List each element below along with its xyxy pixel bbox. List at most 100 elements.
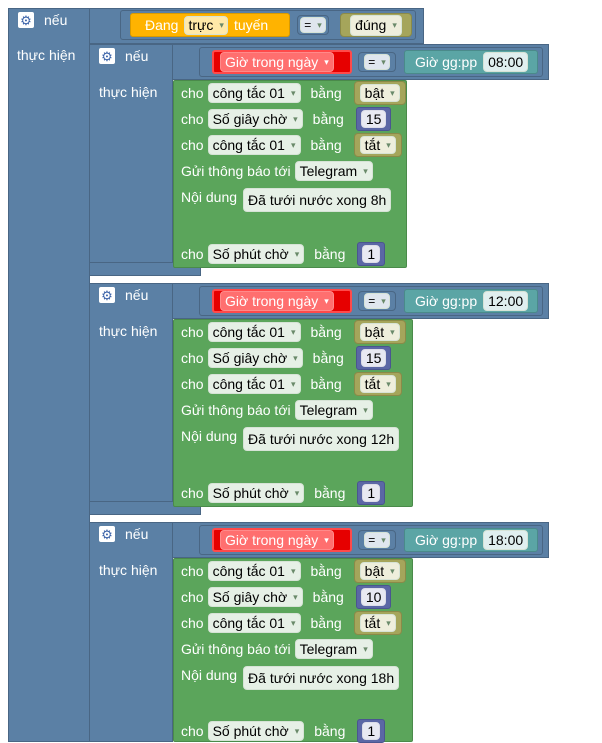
time-input-value: 08:00 (488, 54, 524, 70)
variable-dropdown[interactable]: công tắc 01 ▾ (207, 322, 301, 342)
gear-icon[interactable]: ⚙ (99, 48, 115, 64)
number-input[interactable]: 15 (360, 349, 387, 367)
inner-if-side-0[interactable] (89, 44, 173, 276)
value-dropdown[interactable]: tắt ▾ (359, 375, 396, 393)
time-value-block[interactable]: Giờ gg:pp 12:00 (404, 289, 538, 313)
outer-operator[interactable]: = ▾ (297, 15, 329, 35)
notify-row[interactable]: Gửi thông báo tới Telegram ▾ (173, 397, 413, 423)
number-input[interactable]: 1 (362, 245, 381, 263)
time-value-block[interactable]: Giờ gg:pp 08:00 (404, 50, 538, 74)
gear-icon[interactable]: ⚙ (99, 287, 115, 303)
variable-dropdown[interactable]: Số phút chờ ▾ (207, 244, 305, 264)
time-of-day-dropdown[interactable]: Giờ trong ngày ▾ (220, 52, 334, 72)
operator-dropdown[interactable]: = ▾ (364, 532, 390, 548)
number-input[interactable]: 10 (360, 588, 387, 606)
variable-dropdown[interactable]: công tắc 01 ▾ (207, 374, 301, 394)
set-row[interactable]: cho Số phút chờ ▾ bằng 1 (173, 241, 425, 267)
value-block[interactable]: bật ▾ (353, 559, 406, 583)
variable-dropdown[interactable]: công tắc 01 ▾ (207, 135, 301, 155)
number-input[interactable]: 15 (360, 110, 387, 128)
content-row[interactable]: Nội dung Đã tưới nước xong 8h (173, 186, 407, 214)
set-row[interactable]: cho công tắc 01 ▾ bằng tắt ▾ (173, 132, 425, 158)
notify-row[interactable]: Gửi thông báo tới Telegram ▾ (173, 636, 413, 662)
number-input[interactable]: 1 (362, 484, 381, 502)
set-label: cho (181, 111, 204, 127)
gear-icon[interactable]: ⚙ (18, 12, 34, 28)
time-input[interactable]: 18:00 (483, 530, 529, 550)
time-of-day-block[interactable]: Giờ trong ngày ▾ (212, 50, 352, 74)
inner-if-side-2[interactable] (89, 522, 173, 742)
content-row[interactable]: Nội dung Đã tưới nước xong 18h (173, 664, 413, 692)
device-dropdown[interactable]: trực ▾ (184, 15, 228, 35)
set-row[interactable]: cho công tắc 01 ▾ bằng tắt ▾ (173, 371, 425, 397)
outer-bool-value[interactable]: đúng ▾ (340, 13, 412, 37)
operator-value: = (368, 533, 376, 547)
number-input[interactable]: 1 (362, 721, 381, 740)
number-block[interactable]: 15 (355, 107, 392, 131)
variable-dropdown[interactable]: Số giây chờ ▾ (207, 348, 303, 368)
content-input[interactable]: Đã tưới nước xong 8h (243, 188, 392, 212)
set-row[interactable]: cho công tắc 01 ▾ bằng tắt ▾ (173, 610, 425, 636)
content-input[interactable]: Đã tưới nước xong 12h (243, 427, 400, 451)
channel-dropdown[interactable]: Telegram ▾ (294, 639, 373, 659)
value-dropdown[interactable]: tắt ▾ (359, 136, 396, 154)
set-row[interactable]: cho công tắc 01 ▾ bằng bật ▾ (173, 319, 425, 345)
number-block[interactable]: 1 (357, 481, 386, 505)
outer-if-body[interactable] (8, 8, 90, 742)
inner-operator[interactable]: = ▾ (358, 52, 396, 72)
time-value-block[interactable]: Giờ gg:pp 18:00 (404, 528, 538, 552)
inner-operator[interactable]: = ▾ (358, 530, 396, 550)
set-row[interactable]: cho Số giây chờ ▾ bằng 15 (173, 106, 425, 132)
set-row[interactable]: cho Số giây chờ ▾ bằng 15 (173, 345, 425, 371)
value-text: bật (364, 563, 385, 579)
time-of-day-block[interactable]: Giờ trong ngày ▾ (212, 289, 352, 313)
channel-dropdown[interactable]: Telegram ▾ (294, 161, 373, 181)
variable-dropdown[interactable]: công tắc 01 ▾ (207, 83, 301, 103)
value-text: bật (364, 85, 385, 101)
time-input[interactable]: 12:00 (483, 291, 529, 311)
inner-if-side-1[interactable] (89, 283, 173, 515)
variable-value: công tắc 01 (212, 85, 285, 101)
variable-dropdown[interactable]: công tắc 01 ▾ (207, 561, 301, 581)
time-of-day-block[interactable]: Giờ trong ngày ▾ (212, 528, 352, 552)
channel-dropdown[interactable]: Telegram ▾ (294, 400, 373, 420)
value-block[interactable]: bật ▾ (353, 320, 406, 344)
variable-dropdown[interactable]: công tắc 01 ▾ (207, 613, 301, 633)
number-block[interactable]: 10 (355, 585, 392, 609)
value-dropdown[interactable]: tắt ▾ (359, 614, 396, 632)
chevron-down-icon: ▾ (390, 88, 395, 98)
time-of-day-dropdown[interactable]: Giờ trong ngày ▾ (220, 291, 334, 311)
variable-dropdown[interactable]: Số giây chờ ▾ (207, 109, 303, 129)
number-block[interactable]: 15 (355, 346, 392, 370)
device-dropdown-value: trực (188, 17, 214, 33)
value-block[interactable]: tắt ▾ (353, 611, 402, 635)
number-block[interactable]: 1 (357, 718, 386, 743)
variable-dropdown[interactable]: Số giây chờ ▾ (207, 587, 303, 607)
value-dropdown[interactable]: bật ▾ (359, 84, 400, 102)
operator-dropdown[interactable]: = ▾ (364, 293, 390, 309)
inner-operator[interactable]: = ▾ (358, 291, 396, 311)
operator-dropdown[interactable]: = ▾ (300, 17, 326, 33)
outer-condition-device[interactable]: Đang trực ▾ tuyến (130, 13, 290, 37)
bool-dropdown[interactable]: đúng ▾ (350, 14, 402, 36)
set-row[interactable]: cho công tắc 01 ▾ bằng bật ▾ (173, 80, 425, 106)
content-row[interactable]: Nội dung Đã tưới nước xong 12h (173, 425, 413, 453)
variable-dropdown[interactable]: Số phút chờ ▾ (207, 720, 305, 741)
time-input[interactable]: 08:00 (483, 52, 529, 72)
set-row[interactable]: cho Số phút chờ ▾ bằng 1 (173, 718, 425, 743)
content-input[interactable]: Đã tưới nước xong 18h (243, 666, 400, 690)
value-block[interactable]: bật ▾ (353, 81, 406, 105)
value-dropdown[interactable]: bật ▾ (359, 562, 400, 580)
notify-row[interactable]: Gửi thông báo tới Telegram ▾ (173, 158, 407, 184)
gear-icon[interactable]: ⚙ (99, 526, 115, 542)
set-row[interactable]: cho Số giây chờ ▾ bằng 10 (173, 584, 425, 610)
value-block[interactable]: tắt ▾ (353, 133, 402, 157)
operator-dropdown[interactable]: = ▾ (364, 54, 390, 70)
number-block[interactable]: 1 (357, 242, 386, 266)
set-row[interactable]: cho Số phút chờ ▾ bằng 1 (173, 480, 425, 506)
value-dropdown[interactable]: bật ▾ (359, 323, 400, 341)
variable-dropdown[interactable]: Số phút chờ ▾ (207, 483, 305, 503)
value-block[interactable]: tắt ▾ (353, 372, 402, 396)
time-of-day-dropdown[interactable]: Giờ trong ngày ▾ (220, 530, 334, 550)
set-row[interactable]: cho công tắc 01 ▾ bằng bật ▾ (173, 558, 425, 584)
